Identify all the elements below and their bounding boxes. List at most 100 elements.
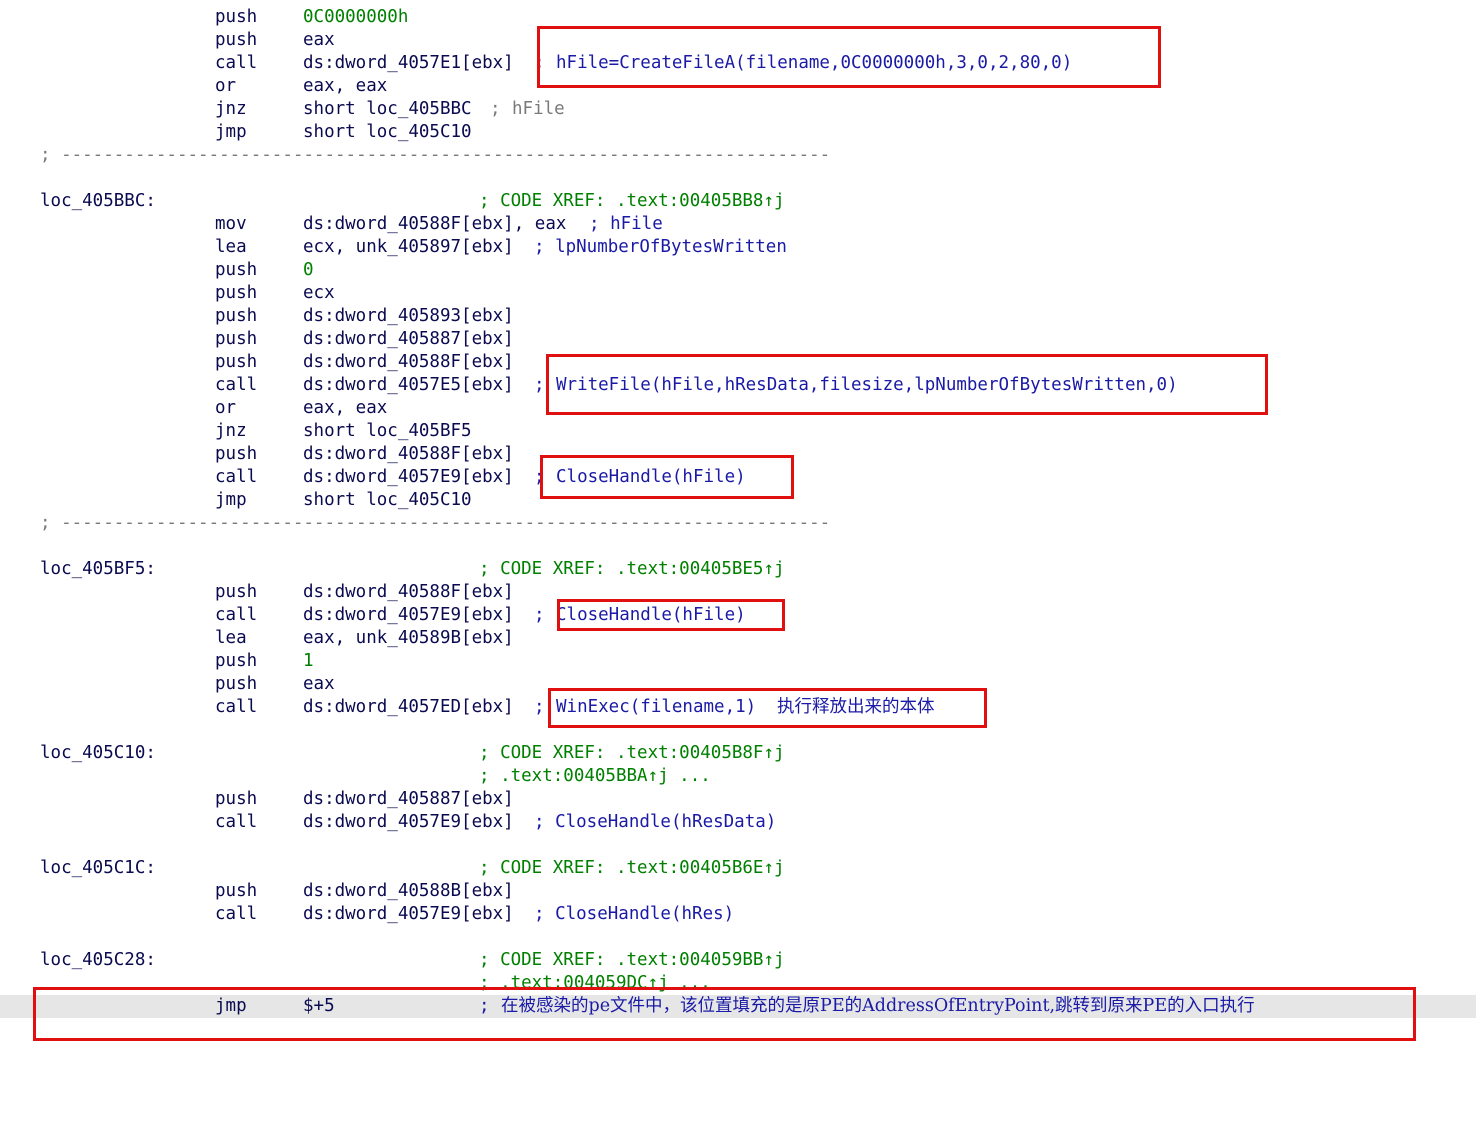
xref-comment[interactable]: ; CODE XREF: .text:00405BB8↑j — [479, 190, 785, 213]
operand: eax, unk_40589B[ebx] — [303, 628, 514, 648]
operand: short loc_405C10 — [303, 122, 472, 142]
code-line[interactable]: jmp short loc_405C10 — [0, 121, 1476, 144]
operand: ds:dword_405887[ebx] — [303, 329, 514, 349]
xref-comment[interactable]: ; CODE XREF: .text:00405BE5↑j — [479, 558, 785, 581]
code-line[interactable]: push ds:dword_40588B[ebx] — [0, 880, 1476, 903]
operand: ds:dword_4057ED[ebx] — [303, 697, 514, 717]
xref-comment[interactable]: ; CODE XREF: .text:00405B8F↑j — [479, 742, 785, 765]
mnemonic: lea — [215, 237, 247, 257]
label-line[interactable]: loc_405C1C: ; CODE XREF: .text:00405B6E↑… — [0, 857, 1476, 880]
mnemonic: jmp — [215, 122, 247, 142]
comment-marker: ; — [490, 99, 501, 119]
mnemonic: lea — [215, 628, 247, 648]
mnemonic: push — [215, 283, 258, 303]
comment: ; lpNumberOfBytesWritten — [534, 237, 787, 257]
operand: ds:dword_40588F[ebx], eax — [303, 214, 567, 234]
operand: ds:dword_40588F[ebx] — [303, 444, 514, 464]
comment: ; hFile — [589, 214, 663, 234]
code-line[interactable]: lea ecx, unk_405897[ebx] ; lpNumberOfByt… — [0, 236, 1476, 259]
operand: ds:dword_40588F[ebx] — [303, 352, 514, 372]
operand: short loc_405C10 — [303, 490, 472, 510]
code-label[interactable]: loc_405C28: — [40, 949, 156, 972]
comment: hFile — [512, 99, 565, 119]
label-line[interactable]: loc_405BBC: ; CODE XREF: .text:00405BB8↑… — [0, 190, 1476, 213]
operand: ds:dword_405893[ebx] — [303, 306, 514, 326]
mnemonic: mov — [215, 214, 247, 234]
operand: eax — [303, 674, 335, 694]
code-line[interactable]: push 1 — [0, 650, 1476, 673]
operand: 0 — [303, 260, 314, 280]
operand: ds:dword_4057E9[ebx] — [303, 812, 514, 832]
mnemonic: push — [215, 444, 258, 464]
operand: ecx, unk_405897[ebx] — [303, 237, 514, 257]
operand: 1 — [303, 651, 314, 671]
annotation-box — [546, 354, 1268, 415]
operand: ds:dword_405887[ebx] — [303, 789, 514, 809]
code-line[interactable]: push ds:dword_405893[ebx] — [0, 305, 1476, 328]
operand: eax, eax — [303, 76, 388, 96]
mnemonic: jnz — [215, 421, 247, 441]
code-label[interactable]: loc_405BF5: — [40, 558, 156, 581]
mnemonic: push — [215, 352, 258, 372]
mnemonic: call — [215, 812, 258, 832]
mnemonic: call — [215, 375, 258, 395]
comment-marker: ; — [534, 375, 545, 395]
mnemonic: push — [215, 651, 258, 671]
mnemonic: jmp — [215, 490, 247, 510]
operand: ds:dword_4057E9[ebx] — [303, 904, 514, 924]
mnemonic: call — [215, 697, 258, 717]
operand: ds:dword_4057E1[ebx] — [303, 53, 514, 73]
mnemonic: push — [215, 881, 258, 901]
comment: ; CloseHandle(hResData) — [534, 812, 777, 832]
mnemonic: push — [215, 329, 258, 349]
annotation-box — [548, 688, 987, 728]
separator-line: ; --------------------------------------… — [0, 512, 1476, 535]
code-line[interactable]: call ds:dword_4057E9[ebx] ; CloseHandle(… — [0, 903, 1476, 926]
disassembly-listing: push 0C0000000h push eax call ds:dword_4… — [0, 0, 1476, 1046]
operand: ds:dword_4057E5[ebx] — [303, 375, 514, 395]
operand: 0C0000000h — [303, 7, 409, 27]
code-line[interactable]: push ds:dword_405887[ebx] — [0, 328, 1476, 351]
mnemonic: or — [215, 76, 237, 96]
mnemonic: call — [215, 605, 258, 625]
xref-comment[interactable]: ; .text:00405BBA↑j ... — [479, 765, 711, 788]
xref-line[interactable]: ; .text:00405BBA↑j ... — [0, 765, 1476, 788]
annotation-box — [33, 987, 1416, 1041]
mnemonic: push — [215, 30, 258, 50]
code-line[interactable]: push ds:dword_405887[ebx] — [0, 788, 1476, 811]
operand: short loc_405BF5 — [303, 421, 472, 441]
label-line[interactable]: loc_405BF5: ; CODE XREF: .text:00405BE5↑… — [0, 558, 1476, 581]
operand: ds:dword_4057E9[ebx] — [303, 467, 514, 487]
separator: ; --------------------------------------… — [40, 513, 831, 533]
code-line[interactable]: push ecx — [0, 282, 1476, 305]
comment-marker: ; — [534, 697, 545, 717]
code-line[interactable]: jnz short loc_405BF5 — [0, 420, 1476, 443]
xref-comment[interactable]: ; CODE XREF: .text:004059BB↑j — [479, 949, 785, 972]
mnemonic: push — [215, 7, 258, 27]
code-label[interactable]: loc_405C10: — [40, 742, 156, 765]
comment: ; CloseHandle(hRes) — [534, 904, 735, 924]
mnemonic: call — [215, 467, 258, 487]
code-label[interactable]: loc_405C1C: — [40, 857, 156, 880]
mnemonic: push — [215, 582, 258, 602]
label-line[interactable]: loc_405C10: ; CODE XREF: .text:00405B8F↑… — [0, 742, 1476, 765]
label-line[interactable]: loc_405C28: ; CODE XREF: .text:004059BB↑… — [0, 949, 1476, 972]
operand: ds:dword_40588B[ebx] — [303, 881, 514, 901]
operand: eax, eax — [303, 398, 388, 418]
mnemonic: push — [215, 260, 258, 280]
xref-comment[interactable]: ; CODE XREF: .text:00405B6E↑j — [479, 857, 785, 880]
comment-marker: ; — [534, 605, 545, 625]
mnemonic: call — [215, 53, 258, 73]
code-line[interactable]: jnz short loc_405BBC ; hFile — [0, 98, 1476, 121]
code-line[interactable]: push 0 — [0, 259, 1476, 282]
annotation-box — [537, 26, 1161, 88]
operand: ds:dword_40588F[ebx] — [303, 582, 514, 602]
annotation-box — [557, 599, 785, 631]
code-line[interactable]: mov ds:dword_40588F[ebx], eax ; hFile — [0, 213, 1476, 236]
code-label[interactable]: loc_405BBC: — [40, 190, 156, 213]
code-line[interactable]: call ds:dword_4057E9[ebx] ; CloseHandle(… — [0, 811, 1476, 834]
annotation-box — [540, 455, 794, 499]
mnemonic: or — [215, 398, 237, 418]
operand: ecx — [303, 283, 335, 303]
separator-line: ; --------------------------------------… — [0, 144, 1476, 167]
